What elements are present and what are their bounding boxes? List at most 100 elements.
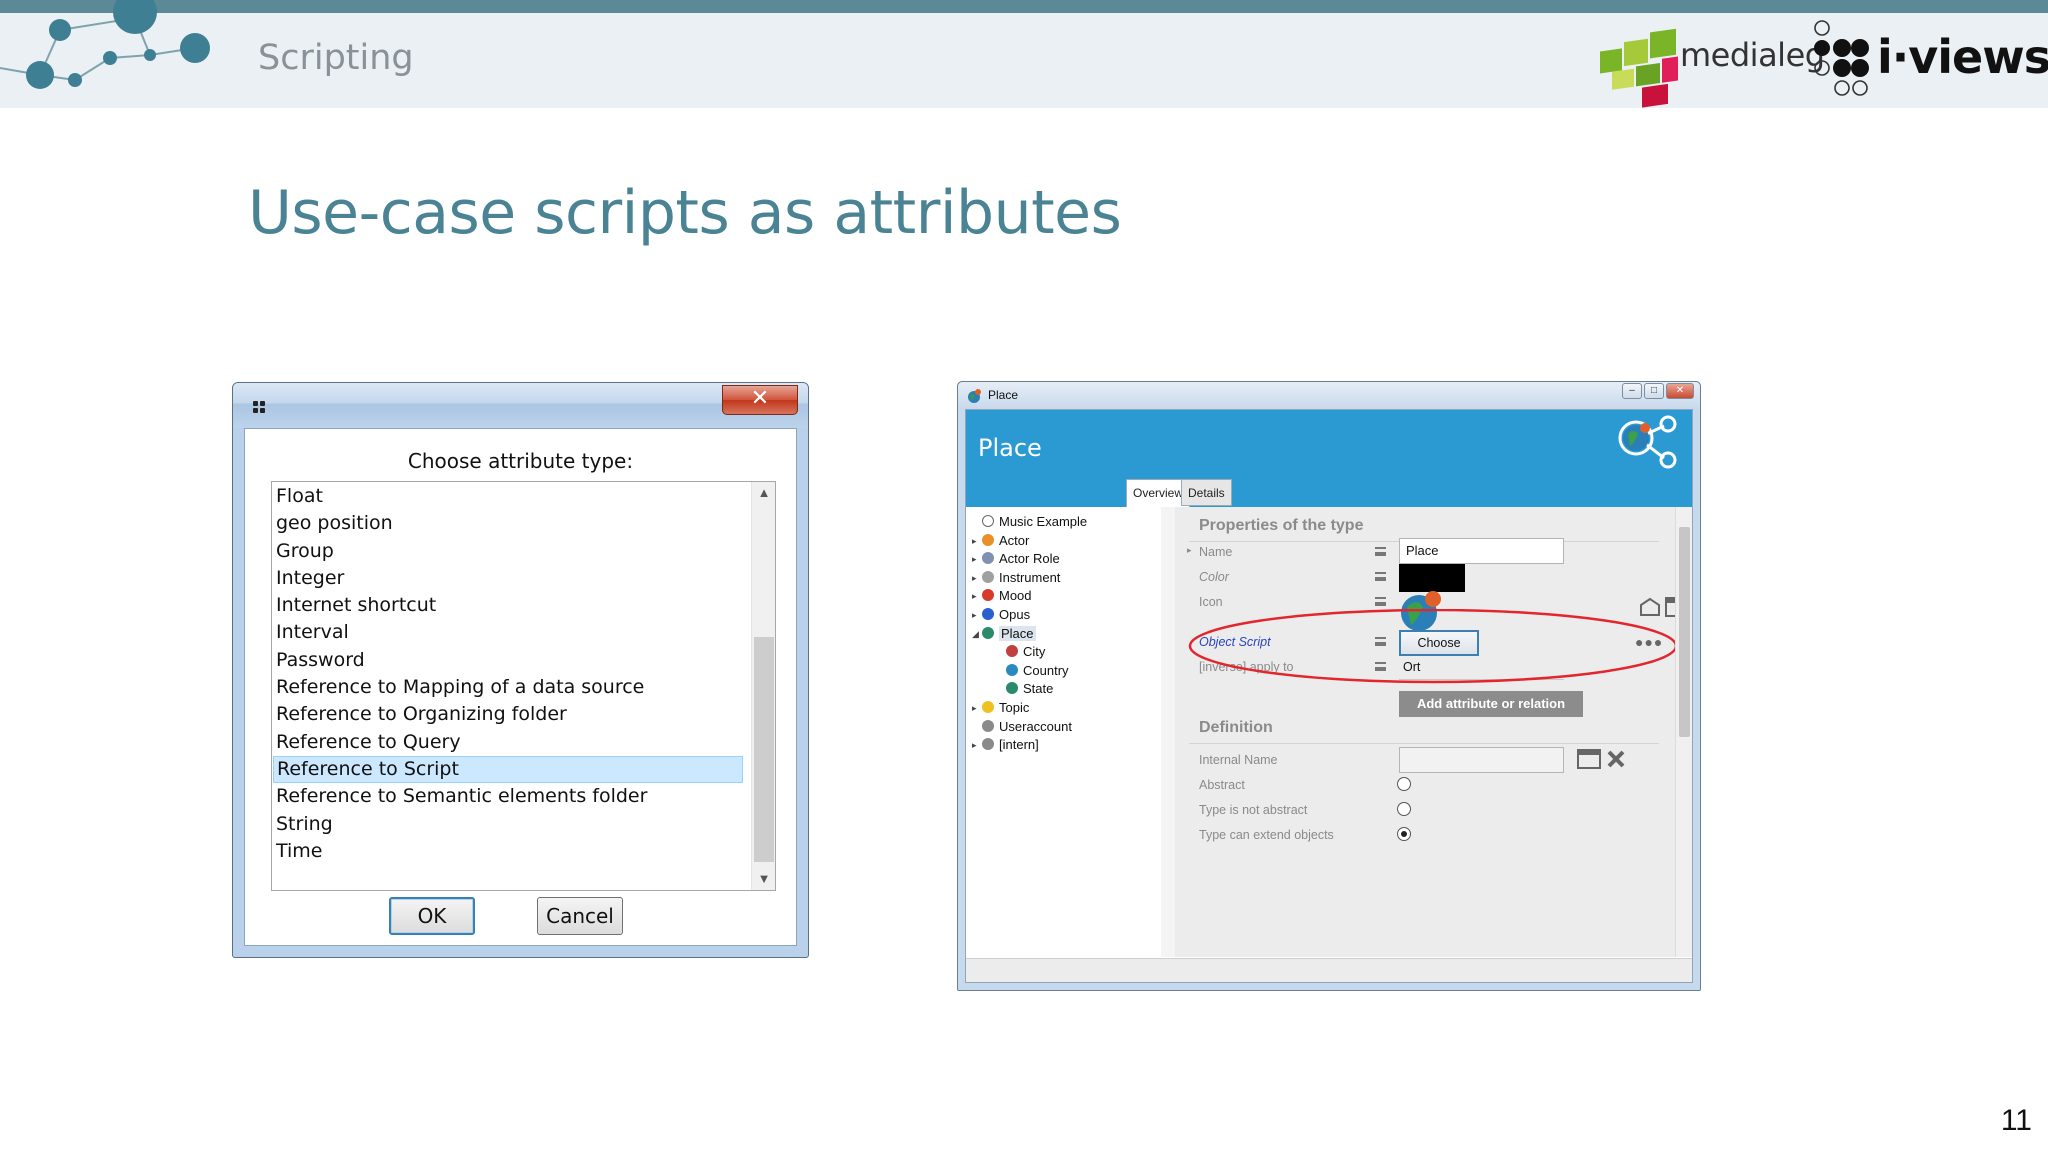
instrument-icon [982,570,994,583]
abstract-radio[interactable] [1397,777,1411,791]
window-titlebar[interactable]: Place – □ ✕ [958,382,1700,408]
place-editor-window: Place – □ ✕ Place Overview Details Music… [957,381,1701,991]
name-menu-icon[interactable] [1375,547,1386,556]
type-banner: Place Overview Details [966,410,1692,507]
banner-title: Place [978,434,1042,462]
attribute-type-item[interactable]: Password [273,647,743,674]
attribute-type-item[interactable]: Float [273,483,743,510]
slide-page-number: 11 [2000,1104,2032,1137]
properties-panel: Properties of the type ▸ Name Place Colo… [1175,507,1689,957]
properties-heading: Properties of the type [1199,517,1364,534]
window-caption: Place [988,388,1019,402]
attribute-type-item[interactable]: Time [273,838,743,865]
close-button[interactable]: ✕ [722,385,798,415]
extend-objects-radio[interactable] [1397,827,1411,841]
header-top-stripe [0,0,2048,13]
globe-icon [982,626,994,639]
attribute-type-item[interactable]: Reference to Script [273,755,743,784]
minimize-icon[interactable]: – [1622,383,1642,399]
attribute-type-item[interactable]: Reference to Query [273,729,743,756]
scroll-down-icon[interactable]: ▼ [752,868,775,890]
tree-item-label: Useraccount [999,718,1072,734]
expand-triangle-icon[interactable]: ◢ [972,623,982,645]
tree-item-label: Actor Role [999,551,1060,567]
tree-item-label: Place [999,625,1036,641]
actor-icon [982,533,994,546]
attribute-type-item[interactable]: Interval [273,619,743,646]
divider [1189,743,1659,744]
clear-icon[interactable] [1606,749,1626,769]
expand-triangle-icon[interactable]: ▸ [972,734,982,756]
section-title: Scripting [258,38,414,78]
tree-item-label: [intern] [999,737,1039,753]
color-menu-icon[interactable] [1375,572,1386,581]
color-swatch[interactable] [1399,564,1465,592]
scrollbar-thumb[interactable] [1679,527,1690,737]
tree-item[interactable]: ▸ [intern] [972,734,1039,756]
abstract-label: Abstract [1199,778,1245,792]
window-icon[interactable] [1577,748,1601,770]
tree-item-label: City [1023,644,1046,660]
actor-role-icon [982,552,994,565]
circle-gray [982,738,994,751]
globe-icon [968,389,981,403]
choose-attribute-type-dialog: ✕ Choose attribute type: Float geo positi… [232,382,809,958]
internal-name-field[interactable] [1399,747,1564,773]
tab-details[interactable]: Details [1181,479,1232,506]
type-hierarchy-tree: Music Example ▸ Actor ▸ Actor Role ▸ Instrumen… [966,507,1161,957]
cancel-button[interactable]: Cancel [537,897,623,935]
icon-label: Icon [1199,595,1223,609]
window-client-area: Place Overview Details Music Example ▸ Act… [965,409,1693,983]
name-field[interactable]: Place [1399,538,1564,564]
icon-menu-icon[interactable] [1375,597,1386,606]
close-icon[interactable]: ✕ [1666,383,1694,399]
iviews-logo-text: i·views [1877,30,2048,84]
graph-network-icon [1618,415,1677,469]
extend-objects-label: Type can extend objects [1199,828,1334,842]
maximize-icon[interactable]: □ [1644,383,1664,399]
attribute-type-item[interactable]: Reference to Semantic elements folder [273,783,743,810]
tree-item-label: Mood [999,588,1032,604]
attribute-type-item[interactable]: geo position [273,510,743,537]
not-abstract-radio[interactable] [1397,802,1411,816]
medialeg-logo-text: medialeg [1680,36,1825,74]
tree-splitter[interactable] [1161,507,1175,957]
network-logo-icon [0,0,210,89]
attribute-type-listbox[interactable]: Float geo position Group Integer Internet sh… [271,481,776,891]
status-bar [966,958,1692,982]
definition-heading: Definition [1199,719,1273,736]
name-label: Name [1199,545,1233,559]
attribute-type-item[interactable]: Reference to Mapping of a data source [273,674,743,701]
tree-item-label: Actor [999,532,1030,548]
attribute-type-item[interactable]: Internet shortcut [273,592,743,619]
dialog-client-area: Choose attribute type: Float geo position… [244,428,797,946]
circle-outline [982,515,994,527]
tree-item-label: State [1023,681,1054,697]
music-note-icon [982,608,994,620]
state-icon [1006,682,1018,695]
scroll-up-icon[interactable]: ▲ [752,482,775,504]
bulb-icon [982,701,994,713]
properties-scrollbar[interactable] [1675,507,1692,957]
tree-item-label: Opus [999,607,1031,622]
dialog-prompt: Choose attribute type: [407,449,634,473]
attribute-type-list: Float geo position Group Integer Internet sh… [273,483,743,865]
tree-item-label: Instrument [999,569,1061,585]
color-label: Color [1199,570,1229,584]
tree-item-label: Topic [999,700,1030,715]
attribute-type-item[interactable]: String [273,811,743,838]
highlight-ellipse [1188,609,1675,684]
attribute-type-item[interactable]: Integer [273,565,743,592]
system-menu-icon[interactable] [253,401,267,415]
city-icon [1006,645,1018,658]
circle-gray [982,719,994,732]
attribute-type-item[interactable]: Group [273,538,743,565]
listbox-scrollbar[interactable]: ▲ ▼ [751,482,775,890]
heart-icon [982,589,994,602]
ok-button[interactable]: OK [389,897,475,935]
scrollbar-thumb[interactable] [754,637,774,862]
attribute-type-item[interactable]: Reference to Organizing folder [273,701,743,728]
slide-title: Use-case scripts as attributes [248,178,1122,248]
dialog-titlebar[interactable]: ✕ [233,383,808,428]
expand-icon[interactable]: ▸ [1187,545,1192,556]
